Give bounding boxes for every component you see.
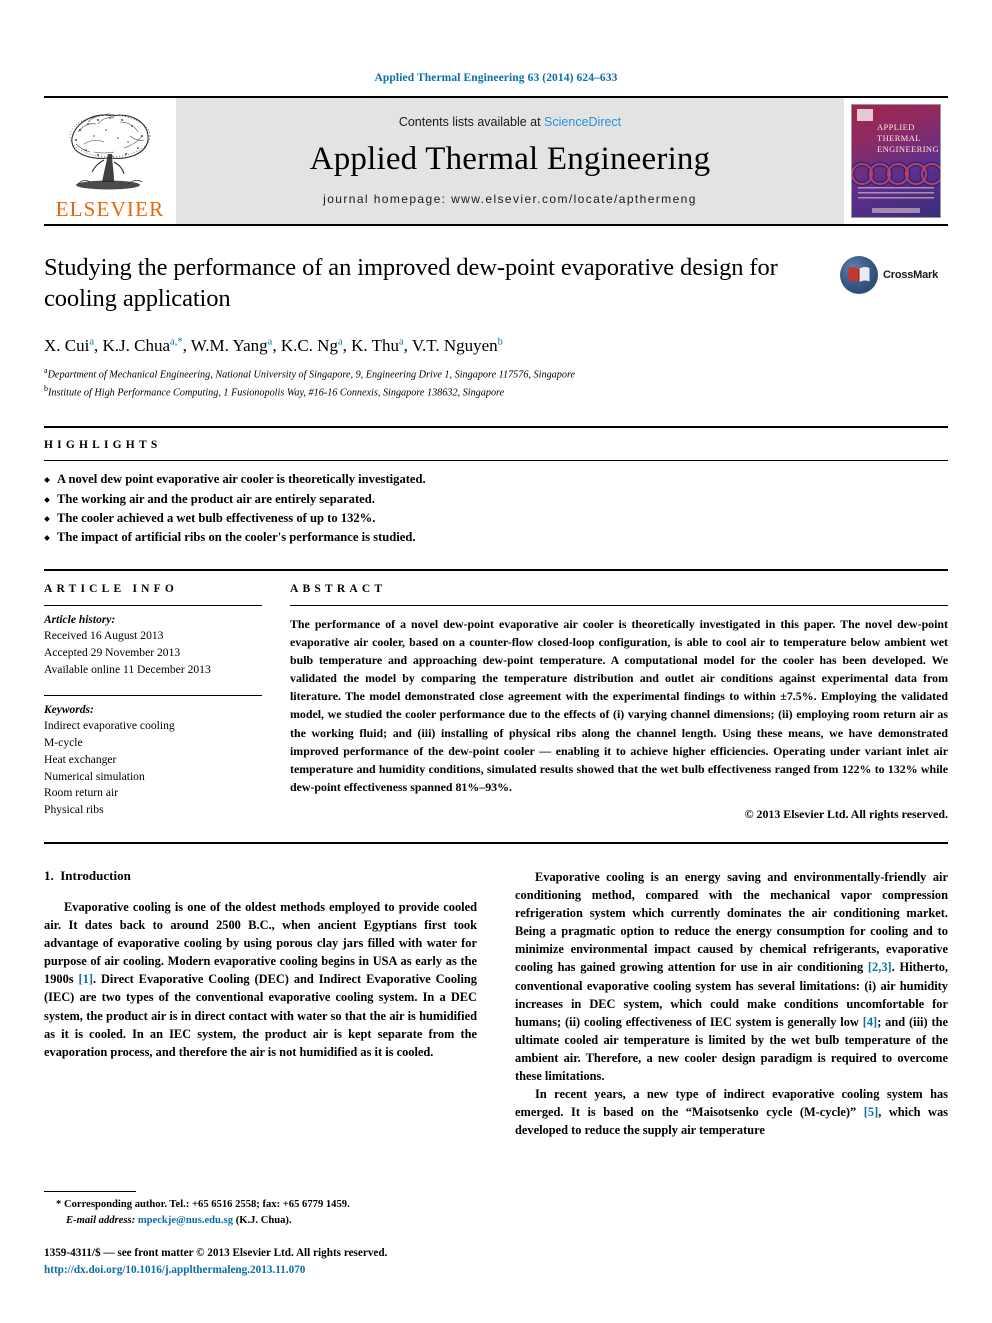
highlights-divider xyxy=(44,460,948,462)
section-number: 1. xyxy=(44,867,54,883)
journal-homepage-link[interactable]: journal homepage: www.elsevier.com/locat… xyxy=(323,192,697,206)
list-item: The cooler achieved a wet bulb effective… xyxy=(44,509,948,528)
cover-text-block xyxy=(858,187,934,201)
affiliation-b-text: Institute of High Performance Computing,… xyxy=(48,386,505,398)
author-list: X. Cuia, K.J. Chuaa,*, W.M. Yanga, K.C. … xyxy=(44,335,503,355)
cover-elsevier-logo-icon xyxy=(857,109,873,121)
keywords-heading: Keywords: xyxy=(44,703,94,716)
journal-title: Applied Thermal Engineering xyxy=(309,140,711,177)
citation-link[interactable]: [4] xyxy=(863,1015,877,1029)
highlights-label: HIGHLIGHTS xyxy=(44,439,162,452)
running-head: Applied Thermal Engineering 63 (2014) 62… xyxy=(374,72,618,84)
footnote-rule xyxy=(44,1190,136,1192)
section-title: Introduction xyxy=(60,867,131,883)
issn-block: 1359-4311/$ — see front matter © 2013 El… xyxy=(44,1245,474,1279)
citation-link[interactable]: [2,3] xyxy=(868,960,892,974)
elsevier-tree-icon xyxy=(69,113,151,190)
elsevier-logo: ELSEVIER xyxy=(44,98,176,224)
email-line: E-mail address: mpeckje@nus.edu.sg (K.J.… xyxy=(44,1213,474,1229)
page-title: Studying the performance of an improved … xyxy=(44,254,778,313)
keyword-item: M-cycle xyxy=(44,735,83,749)
crossmark-circle-icon xyxy=(840,256,878,294)
body-columns: 1. Introduction Evaporative cooling is o… xyxy=(44,868,948,1140)
info-abstract-section: ARTICLE INFO Article history: Received 1… xyxy=(44,568,948,822)
title-block: Studying the performance of an improved … xyxy=(44,252,948,315)
paragraph: In recent years, a new type of indirect … xyxy=(515,1085,948,1139)
right-column: Evaporative cooling is an energy saving … xyxy=(515,868,948,1140)
article-info-column: ARTICLE INFO Article history: Received 1… xyxy=(44,583,290,822)
contents-prefix: Contents lists available at xyxy=(398,114,545,129)
affiliation-b: bInstitute of High Performance Computing… xyxy=(44,383,505,398)
affiliation-a-text: Department of Mechanical Engineering, Na… xyxy=(47,369,576,381)
highlights-list: A novel dew point evaporative air cooler… xyxy=(44,470,948,547)
article-info-label: ARTICLE INFO xyxy=(44,582,179,595)
paper-page: Applied Thermal Engineering 63 (2014) 62… xyxy=(0,0,992,1323)
keyword-item: Numerical simulation xyxy=(44,769,145,783)
left-column: 1. Introduction Evaporative cooling is o… xyxy=(44,868,477,1140)
affiliation-a: aDepartment of Mechanical Engineering, N… xyxy=(44,365,576,381)
issn-line: 1359-4311/$ — see front matter © 2013 El… xyxy=(44,1247,388,1260)
email-label: E-mail address: xyxy=(66,1214,136,1226)
keyword-item: Heat exchanger xyxy=(44,752,117,766)
cover-title-line2: THERMAL xyxy=(877,133,921,144)
crossmark-label: CrossMark xyxy=(883,269,939,281)
corresponding-text: Corresponding author. Tel.: +65 6516 255… xyxy=(63,1198,350,1210)
highlights-section: HIGHLIGHTS A novel dew point evaporative… xyxy=(44,426,948,547)
corresponding-marker: * xyxy=(56,1198,62,1210)
journal-masthead: ELSEVIER Contents lists available at Sci… xyxy=(44,96,948,226)
article-info-divider xyxy=(44,604,262,606)
abstract-copyright: © 2013 Elsevier Ltd. All rights reserved… xyxy=(744,806,948,821)
elsevier-wordmark: ELSEVIER xyxy=(55,197,165,221)
title-text-wrap: Studying the performance of an improved … xyxy=(44,252,840,315)
abstract-text: The performance of a novel dew-point eva… xyxy=(290,616,948,794)
page-footer: * Corresponding author. Tel.: +65 6516 2… xyxy=(44,1190,474,1279)
paragraph: Evaporative cooling is one of the oldest… xyxy=(44,898,477,1061)
paragraph: Evaporative cooling is an energy saving … xyxy=(515,868,948,1085)
doi-link[interactable]: http://dx.doi.org/10.1016/j.applthermale… xyxy=(44,1262,474,1279)
corresponding-author-note: * Corresponding author. Tel.: +65 6516 2… xyxy=(44,1197,474,1229)
keyword-item: Physical ribs xyxy=(44,803,104,817)
list-item: A novel dew point evaporative air cooler… xyxy=(44,470,948,489)
paragraph-part: Evaporative cooling is an energy saving … xyxy=(515,869,948,975)
list-item: The working air and the product air are … xyxy=(44,490,948,509)
body-divider xyxy=(44,841,948,844)
cover-title: APPLIED THERMAL ENGINEERING xyxy=(877,122,939,156)
cover-chain-graphic xyxy=(852,161,940,187)
keywords-divider xyxy=(44,694,262,696)
contents-available-line: Contents lists available at ScienceDirec… xyxy=(399,115,621,129)
article-history-item: Received 16 August 2013 xyxy=(44,628,164,642)
section-heading-introduction: 1. Introduction xyxy=(44,868,477,884)
keyword-item: Indirect evaporative cooling xyxy=(44,718,175,732)
journal-cover-image: APPLIED THERMAL ENGINEERING xyxy=(851,104,941,218)
article-history-heading: Article history: xyxy=(44,613,116,626)
email-owner: (K.J. Chua). xyxy=(235,1214,292,1226)
abstract-column: ABSTRACT The performance of a novel dew-… xyxy=(290,583,948,822)
list-item: The impact of artificial ribs on the coo… xyxy=(44,528,948,547)
keyword-item: Room return air xyxy=(44,786,119,800)
journal-cover-thumbnail[interactable]: APPLIED THERMAL ENGINEERING xyxy=(844,98,948,224)
abstract-label: ABSTRACT xyxy=(290,582,387,595)
article-history-item: Accepted 29 November 2013 xyxy=(44,645,181,659)
sciencedirect-link[interactable]: ScienceDirect xyxy=(544,115,621,129)
open-book-icon xyxy=(848,266,870,283)
cover-footer-bar xyxy=(872,208,920,213)
article-history-item: Available online 11 December 2013 xyxy=(44,662,211,676)
cover-title-line1: APPLIED xyxy=(877,122,915,132)
citation-link[interactable]: [1] xyxy=(79,972,93,986)
paragraph-part: . Direct Evaporative Cooling (DEC) and I… xyxy=(44,972,477,1059)
crossmark-badge[interactable]: CrossMark xyxy=(840,252,948,294)
journal-band: Contents lists available at ScienceDirec… xyxy=(176,98,844,224)
cover-title-line3: ENGINEERING xyxy=(877,144,939,155)
affiliations: aDepartment of Mechanical Engineering, N… xyxy=(44,365,948,401)
abstract-divider xyxy=(290,604,948,606)
corresponding-author-line: * Corresponding author. Tel.: +65 6516 2… xyxy=(44,1197,474,1213)
email-link[interactable]: mpeckje@nus.edu.sg xyxy=(138,1215,233,1226)
citation-link[interactable]: [5] xyxy=(864,1105,878,1119)
